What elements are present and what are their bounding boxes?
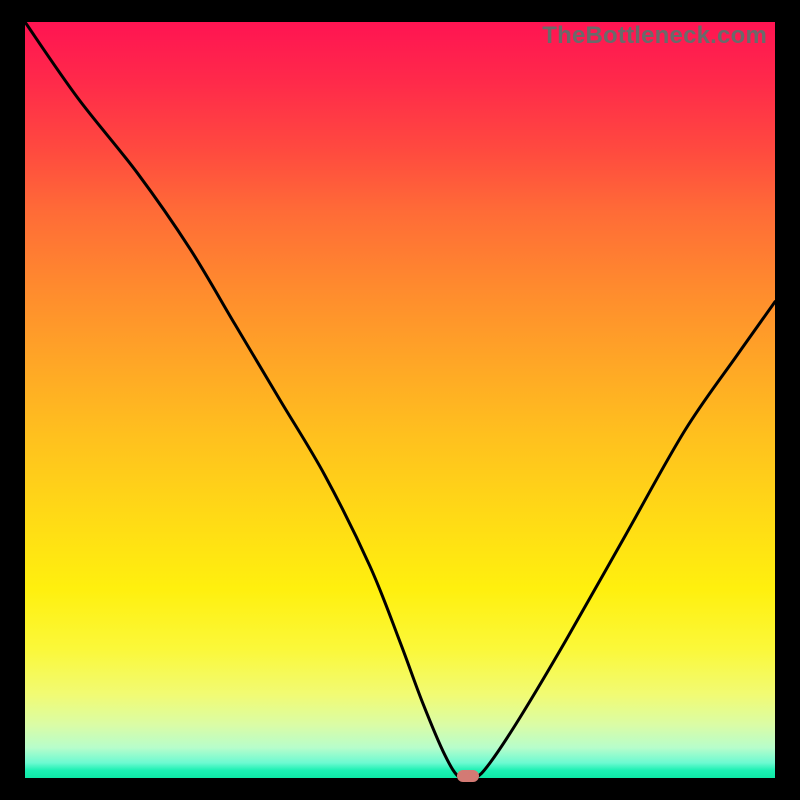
optimal-point-marker	[457, 770, 479, 782]
bottleneck-curve	[25, 22, 775, 778]
chart-plot-area: TheBottleneck.com	[25, 22, 775, 778]
